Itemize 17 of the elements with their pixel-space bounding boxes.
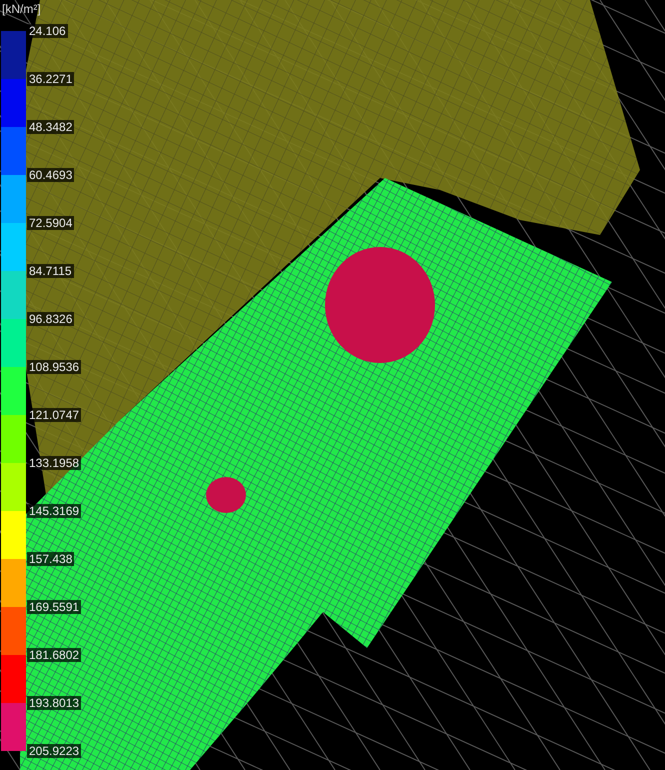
legend-tick-label: 157.438 [27, 552, 74, 566]
legend-tick-label: 108.9536 [27, 360, 82, 374]
legend-tick-label: 84.7115 [27, 264, 74, 278]
legend-tick-label: 169.5591 [27, 600, 82, 614]
legend-tick-label: 96.8326 [27, 312, 74, 326]
legend-tick-label: 205.9223 [27, 744, 82, 758]
legend-tick-label: 181.6802 [27, 648, 82, 662]
legend-tick-label: 60.4693 [27, 168, 74, 182]
legend-tick-label: 36.2271 [27, 72, 74, 86]
legend-tick-label: 145.3169 [27, 504, 82, 518]
legend-tick-label: 72.5904 [27, 216, 74, 230]
legend-tick-label: 121.0747 [27, 408, 82, 422]
legend-tick-label: 133.1958 [27, 456, 82, 470]
legend-tick-label: 193.8013 [27, 696, 82, 710]
legend-unit-label: [kN/m²] [1, 1, 42, 17]
legend-tick-label: 48.3482 [27, 120, 74, 134]
legend-tick-label: 24.106 [27, 24, 68, 38]
